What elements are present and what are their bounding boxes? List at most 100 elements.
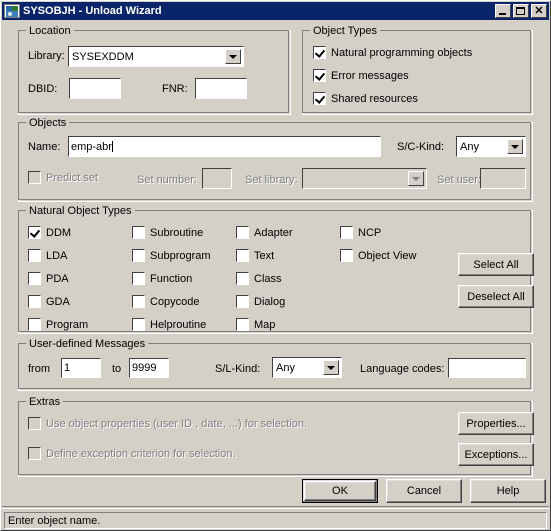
checkbox-shared-resources[interactable]: Shared resources	[313, 92, 418, 105]
checkbox-map[interactable]: Map	[236, 318, 275, 331]
checkbox-adapter[interactable]: Adapter	[236, 226, 293, 239]
sl-kind-label: S/L-Kind:	[215, 363, 261, 375]
ok-button[interactable]: OK	[302, 479, 378, 503]
checkbox-box	[28, 447, 41, 460]
dbid-label: DBID:	[28, 83, 58, 95]
checkbox-subprogram[interactable]: Subprogram	[132, 249, 211, 262]
checkbox-ddm[interactable]: DDM	[28, 226, 71, 239]
checkbox-ncp[interactable]: NCP	[340, 226, 381, 239]
set-user-input	[480, 168, 526, 189]
checkbox-box	[340, 226, 353, 239]
checkbox-box	[313, 92, 326, 105]
chevron-down-icon[interactable]	[323, 360, 339, 375]
checkbox-natural-programming-objects[interactable]: Natural programming objects	[313, 46, 472, 59]
select-all-button[interactable]: Select All	[458, 253, 534, 276]
close-button[interactable]: ✕	[531, 4, 547, 18]
checkbox-copycode[interactable]: Copycode	[132, 295, 200, 308]
natural-object-types-group-legend: Natural Object Types	[26, 205, 135, 217]
message-from-input[interactable]: 1	[61, 358, 101, 378]
checkbox-box	[132, 272, 145, 285]
set-number-input	[202, 168, 232, 189]
message-to-input[interactable]: 9999	[129, 358, 169, 378]
checkbox-box	[28, 171, 41, 184]
checkbox-box	[236, 295, 249, 308]
checkbox-box	[28, 226, 41, 239]
application-icon	[4, 4, 20, 18]
checkbox-program[interactable]: Program	[28, 318, 88, 331]
checkbox-class[interactable]: Class	[236, 272, 282, 285]
checkbox-dialog[interactable]: Dialog	[236, 295, 285, 308]
checkbox-use-object-properties: Use object properties (user ID , date, .…	[28, 417, 307, 430]
checkbox-label: NCP	[358, 226, 382, 239]
sc-kind-label: S/C-Kind:	[397, 141, 445, 153]
checkbox-box	[236, 249, 249, 262]
to-label: to	[112, 363, 122, 375]
location-group-legend: Location	[26, 25, 74, 37]
object-name-value: emp-abr	[71, 140, 112, 153]
sl-kind-combobox-value: Any	[276, 361, 295, 374]
status-bar-message: Enter object name.	[4, 512, 547, 529]
dbid-input[interactable]	[69, 78, 121, 99]
text-caret	[111, 141, 113, 152]
help-button[interactable]: Help	[470, 479, 546, 503]
set-number-label: Set number:	[137, 174, 197, 186]
checkbox-object-view[interactable]: Object View	[340, 249, 417, 262]
checkbox-gda[interactable]: GDA	[28, 295, 70, 308]
cancel-button[interactable]: Cancel	[386, 479, 462, 503]
checkbox-box	[340, 249, 353, 262]
checkbox-label: Natural programming objects	[331, 46, 473, 59]
checkbox-text[interactable]: Text	[236, 249, 274, 262]
checkbox-box	[236, 318, 249, 331]
checkbox-label: Use object properties (user ID , date, .…	[46, 417, 308, 430]
checkbox-pda[interactable]: PDA	[28, 272, 69, 285]
checkbox-function[interactable]: Function	[132, 272, 192, 285]
checkbox-label: Object View	[358, 249, 417, 262]
status-bar: Enter object name.	[2, 508, 549, 529]
sl-kind-combobox[interactable]: Any	[272, 357, 342, 378]
unload-wizard-window: SYSOBJH - Unload Wizard ✕ Location Libra…	[0, 0, 551, 531]
checkbox-box	[132, 295, 145, 308]
checkbox-label: Map	[254, 318, 276, 331]
checkbox-box	[236, 272, 249, 285]
checkbox-box	[132, 318, 145, 331]
extras-group-legend: Extras	[26, 396, 64, 408]
maximize-button[interactable]	[513, 4, 529, 18]
fnr-input[interactable]	[195, 78, 247, 99]
minimize-button[interactable]	[495, 4, 511, 18]
object-name-input[interactable]: emp-abr	[68, 136, 381, 157]
library-combobox[interactable]: SYSEXDDM	[68, 46, 244, 67]
checkbox-label: LDA	[46, 249, 68, 262]
properties-button[interactable]: Properties...	[458, 412, 534, 435]
extras-group: Extras Use object properties (user ID , …	[18, 396, 534, 477]
library-label: Library:	[28, 50, 65, 62]
checkbox-label: Function	[150, 272, 193, 285]
set-library-combobox	[302, 168, 427, 189]
checkbox-lda[interactable]: LDA	[28, 249, 67, 262]
checkbox-label: Dialog	[254, 295, 286, 308]
library-combobox-value: SYSEXDDM	[72, 50, 134, 63]
chevron-down-icon	[408, 171, 424, 186]
chevron-down-icon[interactable]	[507, 139, 523, 154]
ok-button-label: OK	[332, 485, 348, 497]
fnr-label: FNR:	[162, 83, 188, 95]
checkbox-label: Class	[254, 272, 282, 285]
deselect-all-button[interactable]: Deselect All	[458, 285, 534, 308]
exceptions-button[interactable]: Exceptions...	[458, 443, 534, 466]
checkbox-box	[313, 69, 326, 82]
checkbox-label: Subroutine	[150, 226, 204, 239]
title-bar[interactable]: SYSOBJH - Unload Wizard ✕	[2, 2, 549, 20]
checkbox-error-messages[interactable]: Error messages	[313, 69, 409, 82]
footer-divider	[2, 506, 549, 507]
checkbox-helproutine[interactable]: Helproutine	[132, 318, 206, 331]
checkbox-subroutine[interactable]: Subroutine	[132, 226, 203, 239]
checkbox-box	[132, 226, 145, 239]
language-codes-input[interactable]	[448, 358, 526, 378]
checkbox-define-exception-criterion: Define exception criterion for selection…	[28, 447, 236, 460]
chevron-down-icon[interactable]	[225, 49, 241, 64]
checkbox-box	[236, 226, 249, 239]
checkbox-label: Subprogram	[150, 249, 211, 262]
window-title: SYSOBJH - Unload Wizard	[23, 5, 162, 17]
sc-kind-combobox[interactable]: Any	[456, 136, 526, 157]
from-label: from	[28, 363, 50, 375]
checkbox-box	[28, 417, 41, 430]
